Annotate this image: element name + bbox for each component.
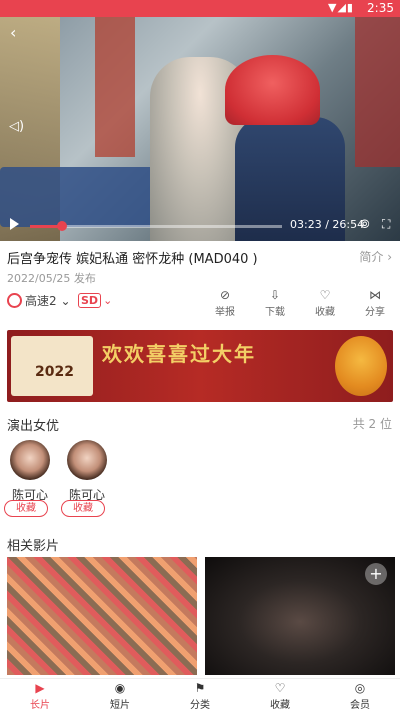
playback-time: 03:23 / 26:54: [290, 218, 364, 231]
tab-label: 收藏: [270, 700, 290, 711]
actor-favorite-button[interactable]: 收藏: [4, 500, 48, 517]
progress-track[interactable]: [30, 221, 282, 231]
cast-count: 共 2 位: [352, 417, 392, 431]
speed-selector[interactable]: 高速2 ⌄: [7, 292, 71, 309]
heart-icon: ♡: [319, 288, 331, 302]
video-frame-panel: [355, 17, 400, 167]
bookmark-icon: ⚑: [194, 681, 206, 695]
banner-year: 2022: [35, 364, 74, 380]
actor-card[interactable]: 陈可心 收藏: [4, 440, 54, 517]
status-icons: ▼◢▮: [328, 1, 354, 14]
favorite-button[interactable]: ♡ 收藏: [305, 288, 345, 318]
video-title: 后宫争宠传 嫔妃私通 密怀龙种 (MAD040 ): [7, 252, 258, 267]
tab-long-videos[interactable]: ▶ 长片: [10, 681, 70, 711]
tab-label: 短片: [110, 700, 130, 711]
user-icon: ◎: [354, 681, 366, 695]
download-icon: ⇩: [269, 288, 281, 302]
speed-label: 高速2: [25, 294, 57, 308]
play-icon[interactable]: [10, 218, 19, 230]
banner-text: 欢欢喜喜过大年: [102, 342, 256, 366]
video-toolbar: 高速2 ⌄ SD ⌄ ⊘ 举报 ⇩ 下载 ♡ 收藏 ⋈ 分享: [0, 288, 400, 328]
chevron-down-icon: ⌄: [103, 294, 113, 307]
tab-label: 会员: [350, 700, 370, 711]
mute-icon[interactable]: ◁): [9, 119, 24, 134]
heart-icon: ♡: [274, 681, 286, 695]
tab-label: 分类: [190, 700, 210, 711]
fullscreen-icon[interactable]: ⛶: [382, 217, 390, 232]
video-frame-panel: [95, 17, 135, 157]
video-icon: ▶: [35, 681, 45, 695]
intro-link[interactable]: 简介 ›: [359, 248, 392, 265]
favorite-label: 收藏: [315, 307, 335, 318]
tab-label: 长片: [30, 700, 50, 711]
status-bar: ▼◢▮ 2:35: [0, 0, 400, 17]
actor-card[interactable]: 陈可心 收藏: [61, 440, 111, 517]
tab-short-videos[interactable]: ◉ 短片: [90, 681, 150, 711]
download-button[interactable]: ⇩ 下载: [255, 288, 295, 318]
avatar[interactable]: [10, 440, 50, 480]
current-time: 03:23: [290, 218, 322, 231]
back-icon[interactable]: ‹: [10, 23, 16, 42]
video-frame-hat: [225, 55, 320, 125]
related-video-thumbnail[interactable]: +: [205, 557, 395, 675]
share-button[interactable]: ⋈ 分享: [355, 288, 395, 318]
report-label: 举报: [215, 307, 235, 318]
related-video-thumbnail[interactable]: [7, 557, 197, 675]
progress-knob[interactable]: [56, 221, 67, 231]
banner-card: 2022: [11, 336, 93, 396]
chevron-down-icon: ⌄: [60, 294, 71, 308]
tab-favorites[interactable]: ♡ 收藏: [250, 681, 310, 711]
report-button[interactable]: ⊘ 举报: [205, 288, 245, 318]
avatar[interactable]: [67, 440, 107, 480]
globe-icon: [7, 293, 22, 308]
sd-badge: SD: [78, 293, 102, 308]
share-icon: ⋈: [369, 288, 381, 302]
time-separator: /: [321, 218, 333, 231]
publish-date: 2022/05/25 发布: [7, 272, 96, 285]
report-icon: ⊘: [219, 288, 231, 302]
play-circle-icon: ◉: [114, 681, 126, 695]
share-label: 分享: [365, 307, 385, 318]
video-player[interactable]: ‹ ◁) 03:23 / 26:54 ⦾ ⛶: [0, 17, 400, 241]
cast-icon[interactable]: ⦾: [360, 217, 370, 232]
tiger-mascot: [335, 336, 387, 396]
player-controls: 03:23 / 26:54 ⦾ ⛶: [0, 211, 400, 241]
add-icon[interactable]: +: [365, 563, 387, 585]
cast-section-title: 演出女优: [7, 419, 60, 434]
related-section-title: 相关影片: [7, 539, 60, 554]
tab-membership[interactable]: ◎ 会员: [330, 681, 390, 711]
bottom-tab-bar: ▶ 长片 ◉ 短片 ⚑ 分类 ♡ 收藏 ◎ 会员: [0, 678, 400, 711]
status-time: 2:35: [367, 1, 394, 15]
actor-favorite-button[interactable]: 收藏: [61, 500, 105, 517]
tab-categories[interactable]: ⚑ 分类: [170, 681, 230, 711]
download-label: 下载: [265, 307, 285, 318]
promo-banner[interactable]: 2022 欢欢喜喜过大年: [7, 330, 393, 402]
quality-selector[interactable]: SD ⌄: [78, 293, 112, 308]
